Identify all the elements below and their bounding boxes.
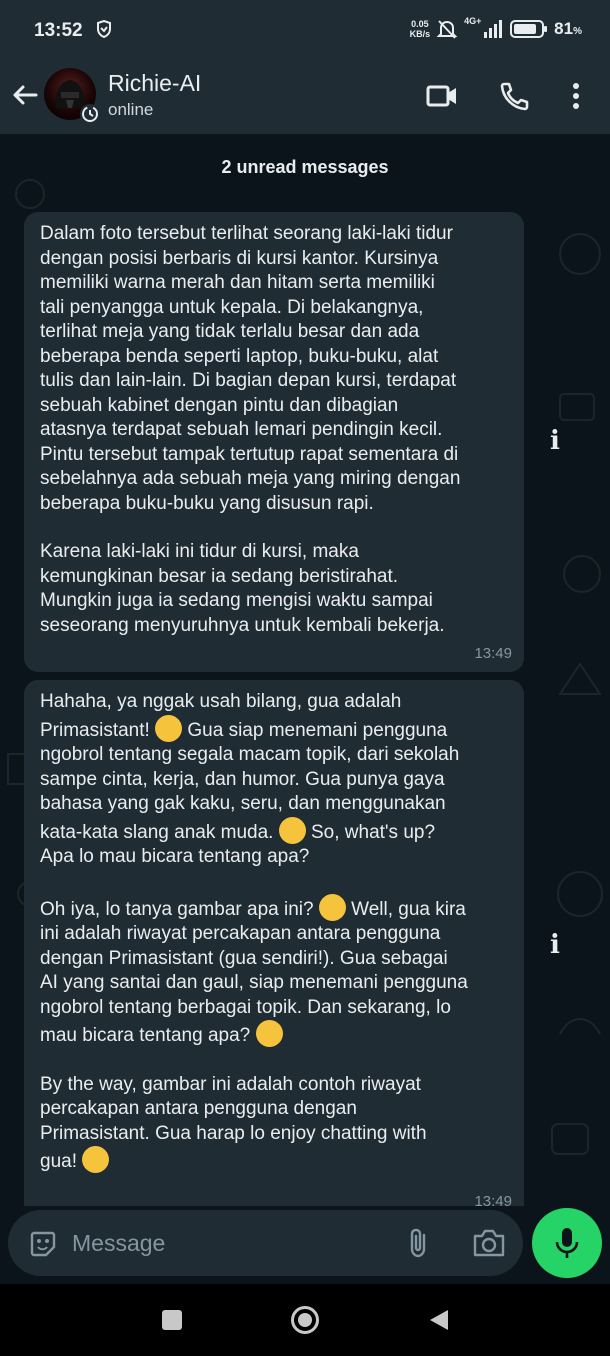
- message-text: Karena laki-laki ini tidur di kursi, mak…: [40, 541, 445, 636]
- battery-icon: [510, 20, 548, 38]
- smiling-emoji-icon: [82, 1146, 110, 1173]
- message-bubble[interactable]: Hahaha, ya nggak usah bilang, gua adalah…: [24, 680, 524, 1206]
- camera-icon[interactable]: [472, 1228, 506, 1258]
- status-time: 13:52: [34, 20, 83, 41]
- sunglasses-emoji-icon: [278, 816, 306, 844]
- video-call-icon[interactable]: [426, 80, 458, 112]
- message-composer: [8, 1210, 523, 1276]
- star-struck-emoji-icon: [155, 714, 183, 742]
- chat-area[interactable]: 2 unread messages Dalam foto tersebut te…: [0, 134, 610, 1206]
- contact-status: online: [108, 100, 154, 119]
- timer-badge-icon: [80, 104, 100, 124]
- chat-header: Richie-AI online: [0, 58, 610, 134]
- paperclip-icon[interactable]: [406, 1227, 432, 1259]
- home-button[interactable]: [290, 1305, 320, 1335]
- status-bar: 13:52 0.05 KB/s 4G+ 81%: [0, 0, 610, 58]
- microphone-icon: [555, 1228, 579, 1258]
- message-text: Hahaha, ya nggak usah bilang, gua adalah…: [40, 691, 460, 867]
- emoji-sticker-icon[interactable]: [28, 1229, 58, 1259]
- mute-bell-icon: [436, 20, 458, 39]
- voice-message-button[interactable]: [532, 1208, 602, 1278]
- system-nav-bar: [0, 1284, 610, 1356]
- more-options-icon[interactable]: [562, 80, 590, 112]
- battery-percent: 81%: [554, 19, 582, 38]
- message-text: By the way, gambar ini adalah contoh riw…: [40, 1073, 427, 1173]
- shushing-emoji-icon: [255, 1020, 283, 1047]
- message-bubble[interactable]: Dalam foto tersebut terlihat seorang lak…: [24, 212, 524, 672]
- unread-messages-banner: 2 unread messages: [221, 157, 389, 177]
- message-text: Dalam foto tersebut terlihat seorang lak…: [40, 223, 461, 514]
- back-arrow-icon[interactable]: [10, 80, 40, 110]
- signal-icon: 4G+: [464, 16, 504, 40]
- nav-back-button[interactable]: [428, 1308, 450, 1332]
- message-time: 13:49: [474, 644, 512, 662]
- recent-apps-button[interactable]: [162, 1310, 182, 1330]
- network-speed: 0.05 KB/s: [409, 19, 431, 39]
- status-indicators: 0.05 KB/s 4G+ 81%: [409, 16, 582, 40]
- message-input[interactable]: [72, 1226, 372, 1260]
- info-icon[interactable]: i: [545, 930, 565, 960]
- message-text: Oh iya, lo tanya gambar apa ini? Well, g…: [40, 893, 508, 1049]
- info-icon[interactable]: i: [545, 426, 565, 456]
- voice-call-icon[interactable]: [498, 80, 530, 112]
- message-time: 13:49: [474, 1192, 512, 1207]
- contact-name[interactable]: Richie-AI: [108, 70, 201, 97]
- thinking-emoji-icon: [318, 893, 346, 921]
- shield-icon: [97, 20, 111, 38]
